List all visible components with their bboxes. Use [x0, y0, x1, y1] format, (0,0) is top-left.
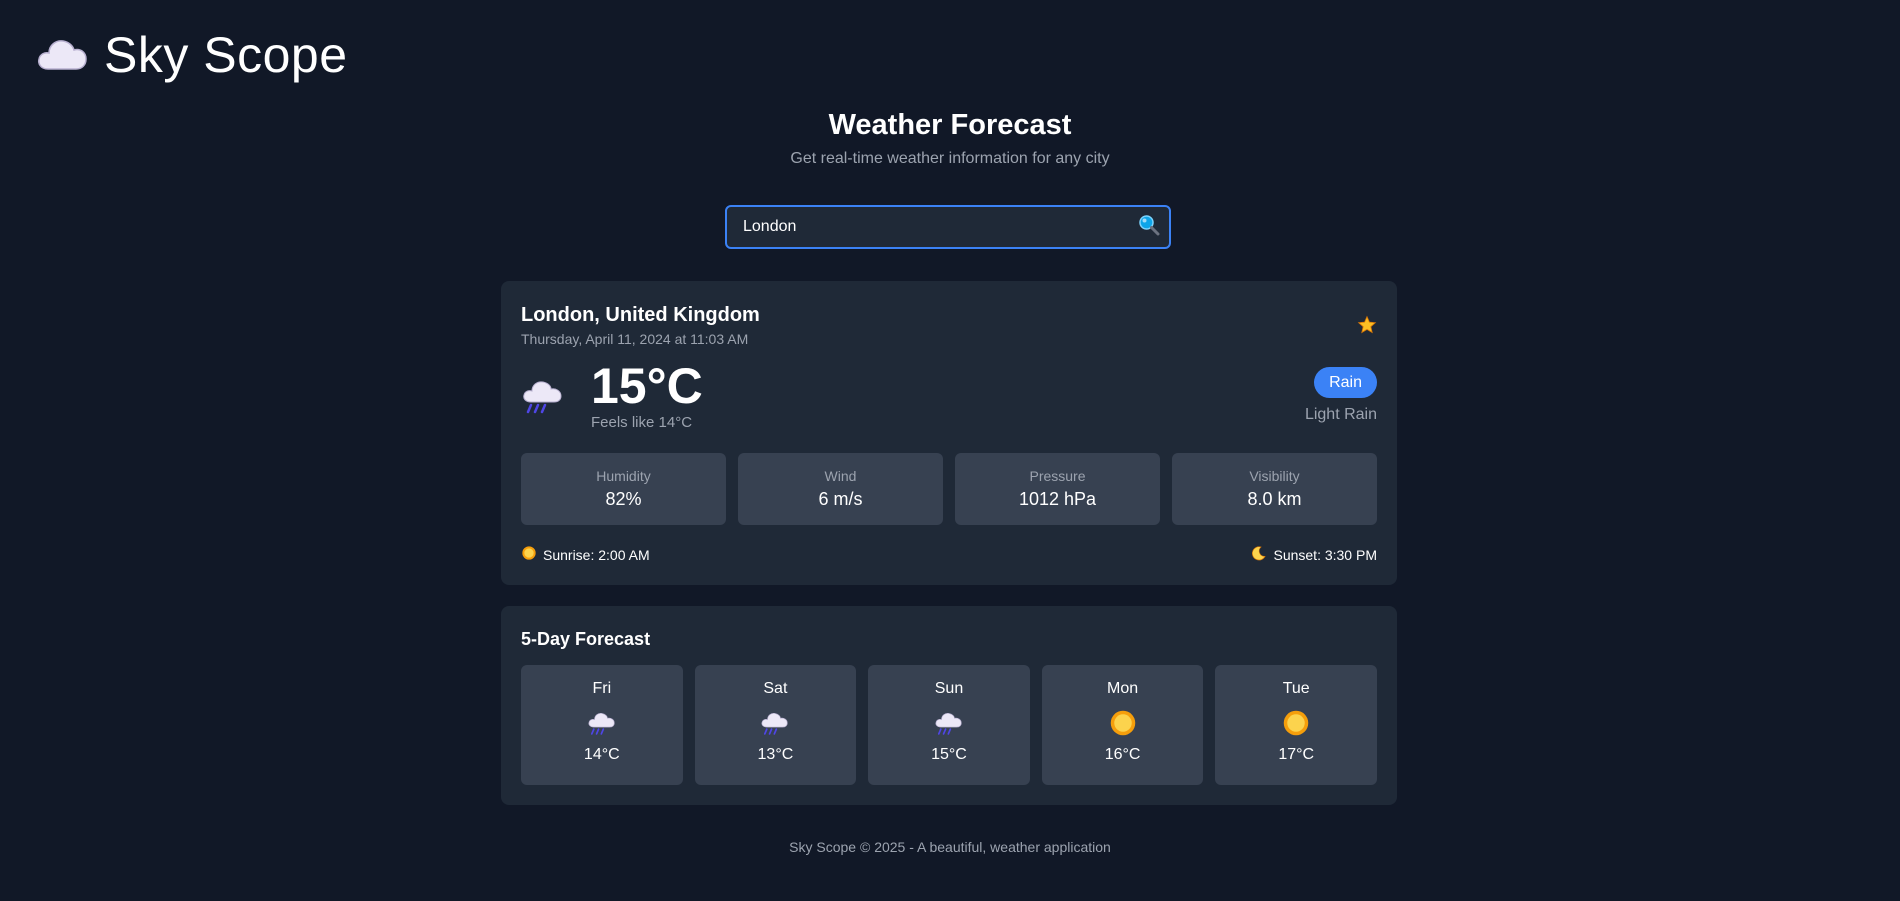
- sunset: Sunset: 3:30 PM: [1251, 545, 1377, 564]
- forecast-day: Sat 13°C: [694, 665, 857, 785]
- forecast-temp: 14°C: [583, 746, 620, 763]
- stat-label: Wind: [824, 468, 857, 484]
- location-name: London, United Kingdom: [521, 304, 760, 326]
- forecast-day-name: Mon: [1107, 680, 1139, 697]
- forecast-temp: 17°C: [1278, 746, 1315, 763]
- forecast-grid: Fri 14°C Sat 13°C Sun 15°C Mon 16°C Tue …: [521, 665, 1377, 785]
- feels-like: Feels like 14°C: [591, 414, 693, 431]
- rain-cloud-icon: [695, 708, 857, 738]
- stat-value: 8.0 km: [1247, 489, 1302, 509]
- cloud-icon: [36, 35, 88, 76]
- location-datetime: Thursday, April 11, 2024 at 11:03 AM: [521, 331, 749, 347]
- forecast-temp: 13°C: [757, 746, 794, 763]
- footer: Sky Scope © 2025 - A beautiful, weather …: [789, 839, 1111, 855]
- search-button[interactable]: [1129, 207, 1169, 247]
- stat-visibility: Visibility 8.0 km: [1172, 453, 1377, 525]
- moon-icon: [1251, 545, 1267, 564]
- forecast-day: Fri 14°C: [521, 665, 683, 785]
- forecast-day-name: Sat: [763, 680, 788, 697]
- stat-value: 1012 hPa: [1018, 489, 1097, 509]
- sun-times: Sunrise: 2:00 AM Sunset: 3:30 PM: [521, 545, 1377, 564]
- forecast-day: Mon 16°C: [1041, 665, 1204, 785]
- stat-label: Humidity: [596, 468, 651, 484]
- stat-pressure: Pressure 1012 hPa: [955, 453, 1160, 525]
- sunrise-text: Sunrise: 2:00 AM: [543, 546, 650, 563]
- condition-badge: Rain: [1314, 367, 1377, 398]
- rain-cloud-icon: [521, 376, 565, 421]
- sunrise: Sunrise: 2:00 AM: [521, 545, 650, 564]
- forecast-day-name: Tue: [1282, 680, 1310, 697]
- search-bar: [725, 205, 1171, 249]
- sunset-text: Sunset: 3:30 PM: [1273, 546, 1377, 563]
- forecast-day: Tue 17°C: [1215, 665, 1377, 785]
- page-subtitle: Get real-time weather information for an…: [790, 150, 1110, 167]
- forecast-day-name: Fri: [592, 680, 612, 697]
- hero-section: Weather Forecast Get real-time weather i…: [0, 106, 1900, 168]
- current-temperature: 15°C: [591, 358, 703, 414]
- forecast-day-name: Sun: [934, 680, 964, 697]
- condition-description: Light Rain: [1304, 406, 1377, 423]
- stat-value: 6 m/s: [818, 489, 863, 509]
- stat-label: Visibility: [1249, 468, 1300, 484]
- app-title: Sky Scope: [104, 27, 348, 83]
- search-icon: [1138, 214, 1160, 241]
- current-weather-card: London, United Kingdom Thursday, April 1…: [501, 281, 1397, 585]
- forecast-temp: 15°C: [931, 746, 967, 763]
- forecast-title: 5-Day Forecast: [521, 629, 651, 649]
- app-brand: Sky Scope: [36, 30, 348, 80]
- stat-label: Pressure: [1029, 468, 1086, 484]
- sun-icon: [1215, 708, 1377, 738]
- forecast-card: 5-Day Forecast Fri 14°C Sat 13°C Sun 15°…: [501, 606, 1397, 805]
- stat-humidity: Humidity 82%: [521, 453, 726, 525]
- forecast-temp: 16°C: [1104, 746, 1141, 763]
- sun-icon: [521, 545, 537, 564]
- page-title: Weather Forecast: [828, 109, 1072, 141]
- weather-stats: Humidity 82% Wind 6 m/s Pressure 1012 hP…: [521, 453, 1377, 525]
- sun-icon: [1042, 708, 1204, 738]
- stat-wind: Wind 6 m/s: [738, 453, 943, 525]
- search-input[interactable]: [727, 207, 1129, 247]
- stat-value: 82%: [605, 489, 642, 509]
- forecast-day: Sun 15°C: [868, 665, 1030, 785]
- rain-cloud-icon: [868, 708, 1030, 738]
- favorite-star-icon[interactable]: [1357, 315, 1377, 340]
- rain-cloud-icon: [521, 708, 683, 738]
